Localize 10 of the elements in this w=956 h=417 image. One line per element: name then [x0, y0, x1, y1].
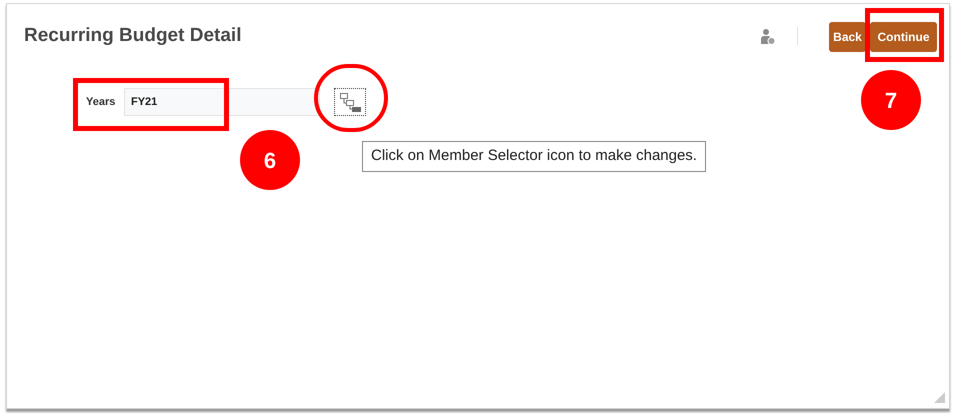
member-selector-button[interactable]	[334, 88, 366, 116]
hierarchy-icon	[340, 93, 362, 113]
page-title: Recurring Budget Detail	[24, 24, 242, 48]
continue-button[interactable]: Continue	[870, 22, 937, 52]
years-field[interactable]: FY21	[124, 88, 320, 116]
field-label: Years	[86, 95, 116, 110]
user-settings-icon[interactable]	[760, 28, 776, 46]
back-button[interactable]: Back	[829, 22, 866, 52]
tooltip: Click on Member Selector icon to make changes.	[362, 141, 706, 172]
resize-grip-icon[interactable]	[934, 392, 945, 403]
